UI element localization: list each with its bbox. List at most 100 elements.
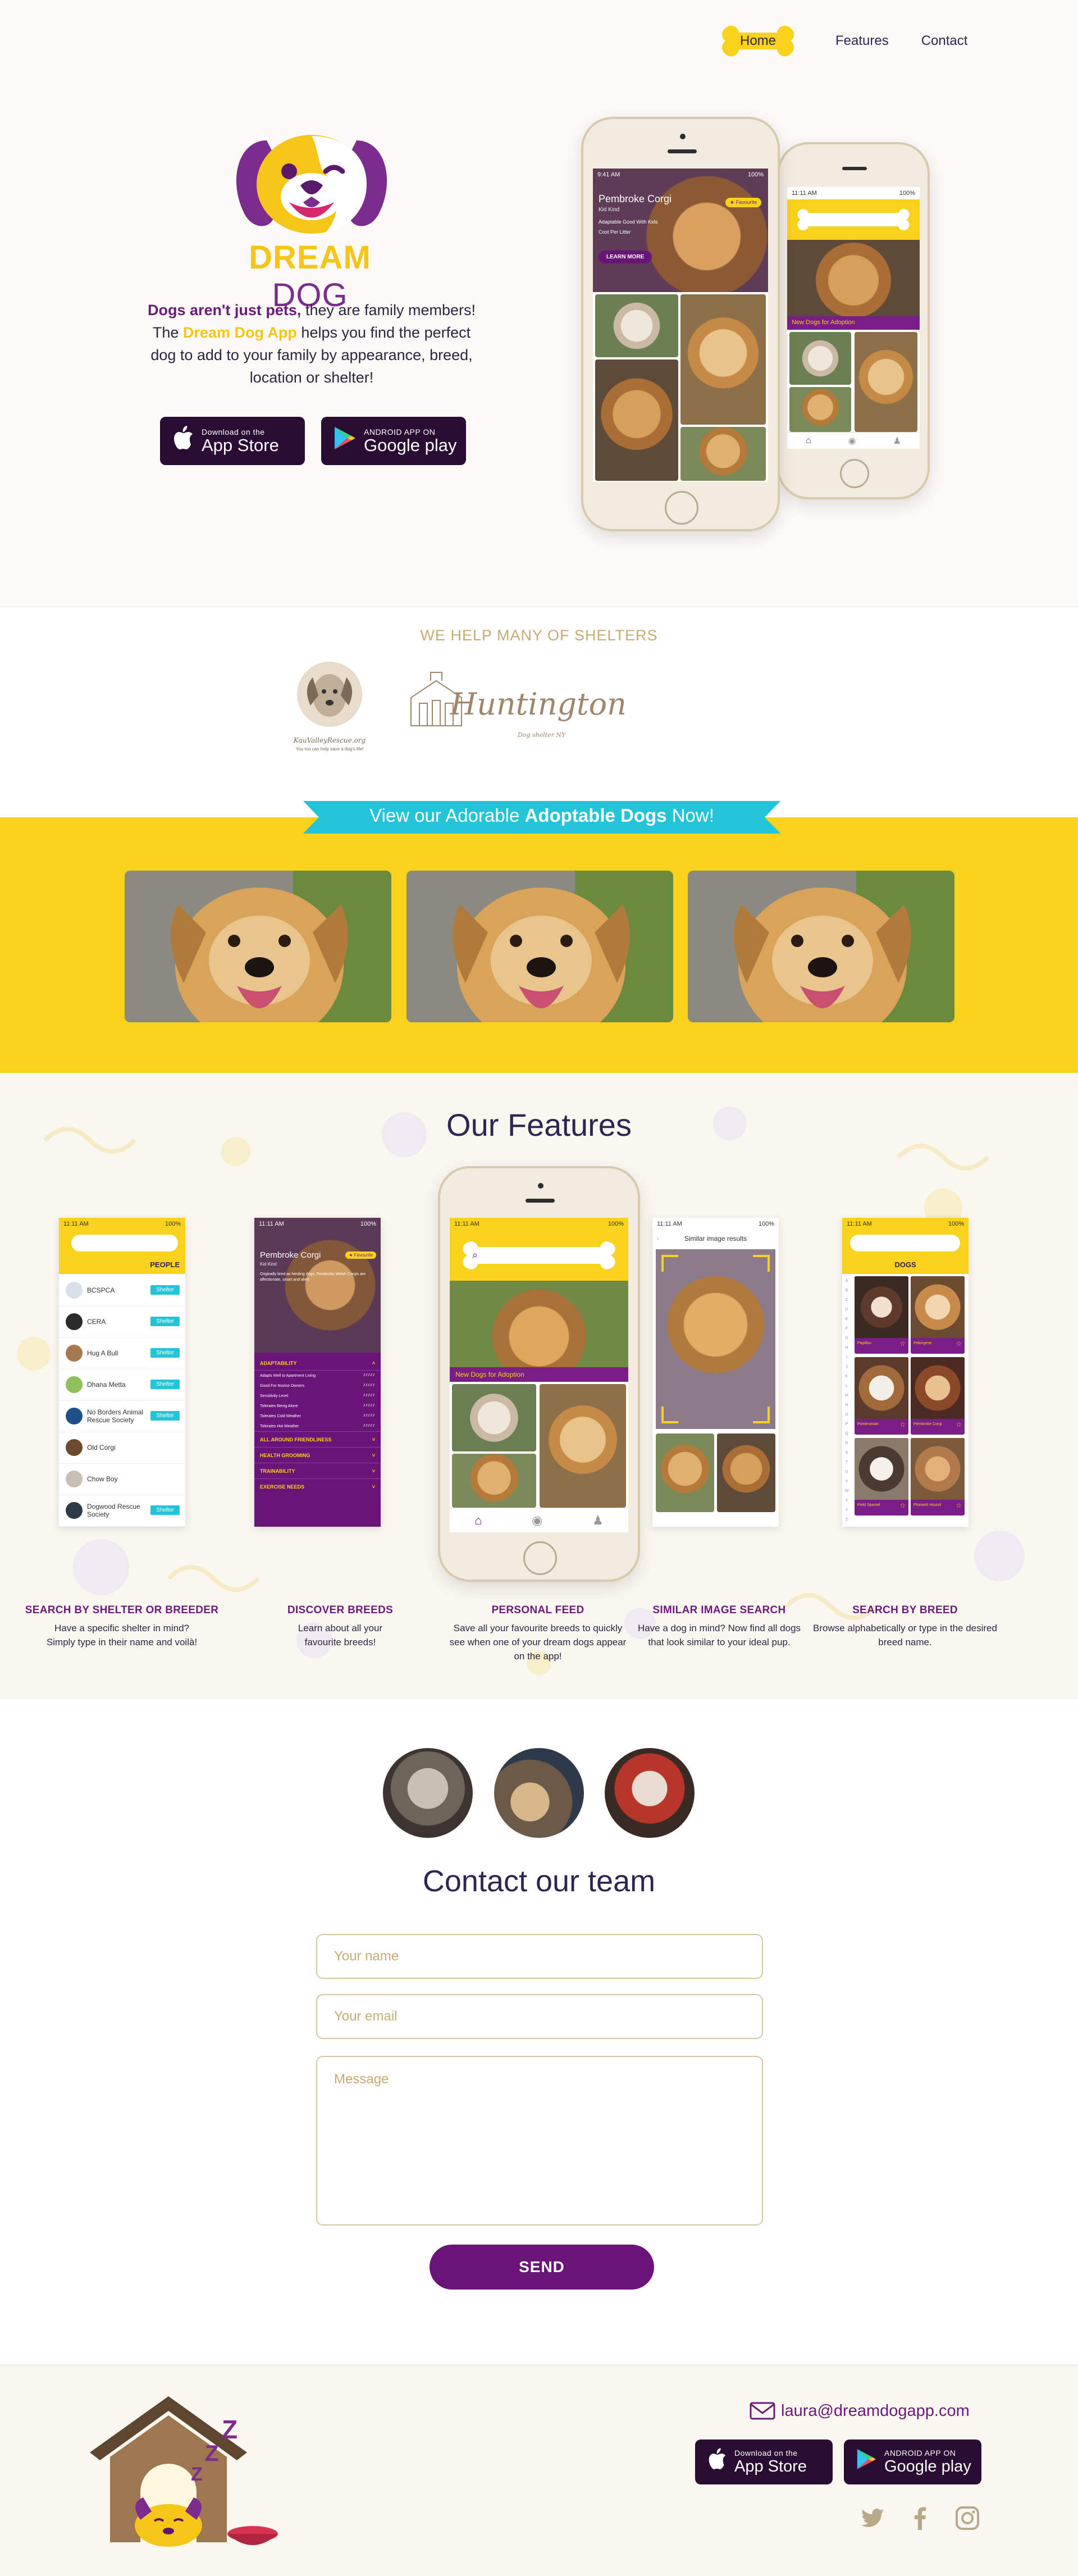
alphabet-index-letter[interactable]: E: [843, 1314, 850, 1324]
similar-dog-image[interactable]: [717, 1433, 775, 1512]
alphabet-index-letter[interactable]: G: [843, 1333, 850, 1343]
nav-contact-link[interactable]: Contact: [921, 33, 968, 49]
alphabet-index-letter[interactable]: K: [843, 1372, 850, 1381]
bone-search-icon[interactable]: [793, 207, 914, 232]
footer-app-store-button[interactable]: Download on the App Store: [695, 2440, 833, 2484]
similar-dog-image[interactable]: [656, 1433, 714, 1512]
alphabet-index-letter[interactable]: Y: [843, 1505, 850, 1515]
shelter-list-item[interactable]: Hug A Bull Shelter: [59, 1337, 185, 1369]
person-icon[interactable]: ♟: [592, 1513, 604, 1528]
adoptable-dog-card[interactable]: [125, 871, 391, 1022]
alphabet-index-letter[interactable]: Z: [843, 1515, 850, 1524]
alphabet-index-letter[interactable]: R: [843, 1439, 850, 1448]
send-button[interactable]: SEND: [430, 2245, 654, 2290]
alphabet-index-letter[interactable]: S: [843, 1448, 850, 1458]
shelter-list-item[interactable]: No Borders Animal Rescue Society Shelter: [59, 1400, 185, 1432]
app-store-button[interactable]: Download on the App Store: [160, 417, 305, 465]
nav-home-button[interactable]: Home: [713, 22, 803, 60]
camera-icon[interactable]: ◉: [532, 1513, 542, 1528]
alphabet-index-letter[interactable]: T: [843, 1458, 850, 1467]
feed-dog-image[interactable]: [540, 1384, 626, 1508]
feed-dog-image[interactable]: [450, 1281, 628, 1382]
breed-section-header[interactable]: ADAPTABILITY ˄: [254, 1357, 381, 1371]
alphabet-index-letter[interactable]: N: [843, 1400, 850, 1410]
favourite-button[interactable]: ★ Favourite: [345, 1251, 376, 1259]
star-icon[interactable]: ☆: [956, 1501, 962, 1509]
feed-dog-image[interactable]: [855, 332, 917, 432]
alphabet-index-letter[interactable]: P: [843, 1419, 850, 1429]
twitter-icon[interactable]: [860, 2505, 886, 2531]
search-input[interactable]: [71, 1235, 178, 1251]
name-field[interactable]: [316, 1934, 763, 1979]
feed-dog-image[interactable]: [789, 332, 851, 385]
alphabet-index-letter[interactable]: U: [843, 1467, 850, 1477]
alphabet-index-letter[interactable]: C: [843, 1295, 850, 1305]
breed-section-header[interactable]: EXERCISE NEEDS ˅: [254, 1478, 381, 1494]
shelter-list-item[interactable]: Chow Boy: [59, 1463, 185, 1495]
shelter-logo-kauvalley[interactable]: KauValleyRescue.org You too can help sav…: [293, 661, 366, 756]
breed-card[interactable]: Pembroke Corgi ☆: [911, 1357, 965, 1435]
bone-search-icon[interactable]: [459, 1240, 619, 1271]
adoptable-dog-card[interactable]: [688, 871, 954, 1022]
star-icon[interactable]: ☆: [899, 1340, 906, 1348]
alphabet-index-letter[interactable]: D: [843, 1305, 850, 1314]
breed-card[interactable]: Field Spaniel ☆: [855, 1438, 908, 1515]
breed-card[interactable]: Papillon ☆: [855, 1276, 908, 1354]
alphabet-index-letter[interactable]: H: [843, 1343, 850, 1353]
breed-section-header[interactable]: TRAINABILITY ˅: [254, 1463, 381, 1478]
breed-gallery-image[interactable]: [595, 359, 678, 481]
learn-more-button[interactable]: LEARN MORE: [599, 251, 652, 263]
alphabet-index-letter[interactable]: X: [843, 1496, 850, 1505]
feed-dog-image[interactable]: [452, 1384, 536, 1451]
alphabet-index-letter[interactable]: W: [843, 1486, 850, 1496]
feed-dog-image[interactable]: [452, 1454, 536, 1508]
message-field[interactable]: [316, 2056, 763, 2225]
footer-google-play-button[interactable]: ANDROID APP ON Google play: [844, 2440, 981, 2484]
feed-dog-image[interactable]: [789, 387, 851, 432]
star-icon[interactable]: ☆: [956, 1340, 962, 1348]
instagram-icon[interactable]: [954, 2505, 980, 2531]
camera-icon[interactable]: ◉: [848, 435, 856, 447]
favourite-button[interactable]: ★ Favourite: [725, 198, 761, 207]
star-icon[interactable]: ☆: [899, 1501, 906, 1509]
breed-card[interactable]: Pomeranian ☆: [855, 1357, 908, 1435]
star-icon[interactable]: ☆: [899, 1421, 906, 1428]
alphabet-index-letter[interactable]: F: [843, 1324, 850, 1333]
home-icon[interactable]: ⌂: [474, 1513, 482, 1528]
shelter-list-item[interactable]: BCSPCA Shelter: [59, 1274, 185, 1307]
breed-gallery-image[interactable]: [595, 294, 678, 357]
shelter-list-item[interactable]: CERA Shelter: [59, 1305, 185, 1338]
back-arrow-icon[interactable]: ‹: [657, 1230, 659, 1247]
alphabet-index-letter[interactable]: B: [843, 1286, 850, 1295]
breed-gallery-image[interactable]: [680, 427, 766, 481]
breed-card[interactable]: Pekingese ☆: [911, 1276, 965, 1354]
alphabet-index-letter[interactable]: L: [843, 1381, 850, 1391]
facebook-icon[interactable]: [907, 2505, 933, 2531]
home-icon[interactable]: ⌂: [806, 436, 811, 446]
alphabet-index-letter[interactable]: O: [843, 1410, 850, 1419]
nav-features-link[interactable]: Features: [835, 33, 889, 49]
shelter-list-item[interactable]: Old Corgi: [59, 1431, 185, 1464]
alphabet-index-letter[interactable]: J: [843, 1362, 850, 1372]
person-icon[interactable]: ♟: [893, 435, 901, 447]
shelter-list-item[interactable]: Dogwood Rescue Society Shelter: [59, 1494, 185, 1527]
alphabet-index-letter[interactable]: V: [843, 1477, 850, 1486]
breed-section-header[interactable]: HEALTH GROOMING ˅: [254, 1447, 381, 1463]
query-dog-image[interactable]: [656, 1249, 775, 1429]
breed-gallery-image[interactable]: [680, 294, 766, 425]
shelter-list-item[interactable]: Dhana Metta Shelter: [59, 1368, 185, 1401]
alphabet-index-letter[interactable]: I: [843, 1353, 850, 1362]
alphabet-index-letter[interactable]: Q: [843, 1429, 850, 1439]
shelter-logo-huntington[interactable]: Huntington Dog shelter NY: [405, 670, 627, 754]
google-play-button[interactable]: ANDROID APP ON Google play: [321, 417, 466, 465]
alphabet-index-letter[interactable]: A: [843, 1276, 850, 1286]
breed-section-header[interactable]: ALL AROUND FRIENDLINESS ˅: [254, 1431, 381, 1447]
breed-card[interactable]: Pharaoh Hound ☆: [911, 1438, 965, 1515]
search-input[interactable]: [850, 1235, 960, 1251]
alphabet-index-letter[interactable]: M: [843, 1391, 850, 1400]
adoptable-ribbon-text[interactable]: View our Adorable Adoptable Dogs Now!: [303, 805, 780, 826]
adoptable-dog-card[interactable]: [406, 871, 673, 1022]
star-icon[interactable]: ☆: [956, 1421, 962, 1428]
contact-email-link[interactable]: laura@dreamdogapp.com: [750, 2400, 985, 2422]
email-field[interactable]: [316, 1994, 763, 2039]
